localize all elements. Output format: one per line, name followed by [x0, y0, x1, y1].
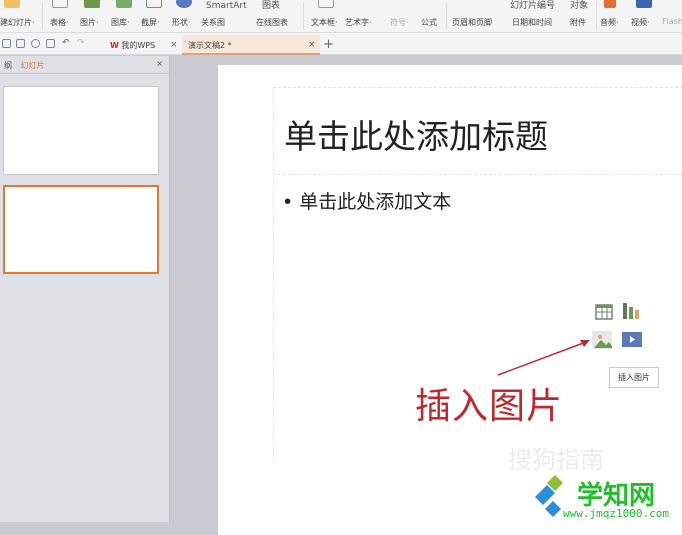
slide-canvas: 单击此处添加标题 • 单击此处添加文本 插入图片 插入图片 搜狗指南 — [218, 65, 682, 535]
table-button[interactable]: 表格· — [50, 17, 69, 28]
close-panel-icon[interactable]: × — [156, 59, 163, 68]
undo-icon[interactable]: ↶ — [62, 38, 70, 48]
new-tab-button[interactable]: + — [323, 37, 334, 52]
ribbon-toolbar: 建幻灯片· 表格· 图片· 图库· 截屏· 形状· SmartArt 图表 关系… — [0, 0, 682, 33]
textbox-icon — [318, 0, 334, 8]
symbol-button[interactable]: 符号· — [390, 17, 409, 28]
tab-presentation[interactable]: 演示文稿2 * — [182, 35, 320, 55]
close-tab-doc-icon[interactable]: × — [308, 40, 316, 50]
annotation-label: 插入图片 — [415, 386, 564, 427]
slide-thumbnail-1[interactable] — [3, 86, 159, 175]
audio-button[interactable]: 音频· — [600, 17, 619, 28]
tab-my-wps[interactable]: W 我的WPS — [104, 35, 161, 55]
smartart-button[interactable]: SmartArt — [206, 1, 247, 12]
annotation-arrow — [497, 340, 590, 376]
watermark: 搜狗指南 — [508, 446, 604, 474]
logo-mark-icon — [535, 475, 563, 517]
tab-label: 我的WPS — [121, 41, 156, 50]
export-icon[interactable] — [16, 39, 25, 48]
video-button[interactable]: 视频· — [631, 17, 650, 28]
wordart-button[interactable]: 艺术字· — [345, 17, 372, 28]
screenshot-button[interactable]: 截屏· — [141, 17, 160, 28]
slide-thumbnail-2[interactable] — [3, 185, 159, 274]
table-icon — [52, 0, 68, 8]
shapes-icon — [176, 0, 192, 8]
redo-icon[interactable]: ↷ — [77, 38, 85, 48]
tab-outline[interactable]: 纲 — [4, 61, 12, 70]
close-tab-wps-icon[interactable]: × — [170, 40, 178, 50]
header-footer-button[interactable]: 页眉和页脚 — [452, 17, 492, 28]
object-button[interactable]: 对象 — [570, 1, 588, 12]
logo-url: www.jmqz1000.com — [563, 507, 669, 520]
online-chart-button[interactable]: 在线图表 — [256, 17, 288, 28]
site-logo: 学知网 www.jmqz1000.com — [525, 475, 682, 522]
tab-bar: ↶ ↷ W 我的WPS × 演示文稿2 * × + — [0, 33, 682, 55]
preview-icon[interactable] — [46, 39, 55, 48]
audio-icon — [604, 0, 616, 8]
textbox-button[interactable]: 文本框· — [311, 17, 338, 28]
flash-button[interactable]: Flash — [662, 17, 682, 26]
chart-button[interactable]: 图表 — [262, 1, 280, 12]
picture-button[interactable]: 图片· — [80, 17, 99, 28]
gallery-icon — [116, 0, 132, 8]
video-icon — [636, 0, 652, 8]
slide-number-button[interactable]: 幻灯片编号 — [510, 1, 555, 12]
tab-slides[interactable]: 幻灯片 — [21, 61, 45, 70]
picture-icon — [84, 0, 100, 8]
gallery-button[interactable]: 图库· — [111, 17, 130, 28]
date-time-button[interactable]: 日期和时间 — [512, 17, 552, 28]
new-slide-button[interactable]: 建幻灯片· — [0, 17, 35, 28]
tab-label: 演示文稿2 * — [188, 41, 232, 50]
screenshot-icon — [146, 0, 162, 8]
slide-panel: 纲 幻灯片 × — [0, 56, 170, 522]
formula-button[interactable]: 公式 — [421, 17, 437, 28]
new-slide-icon — [4, 0, 20, 8]
attachment-button[interactable]: 附件 — [570, 17, 586, 28]
wps-logo-icon: W — [110, 41, 119, 50]
print-icon[interactable] — [31, 39, 40, 48]
save-icon[interactable] — [2, 39, 11, 48]
shapes-button[interactable]: 形状· — [172, 17, 191, 28]
relation-chart-button[interactable]: 关系图 — [201, 17, 225, 28]
